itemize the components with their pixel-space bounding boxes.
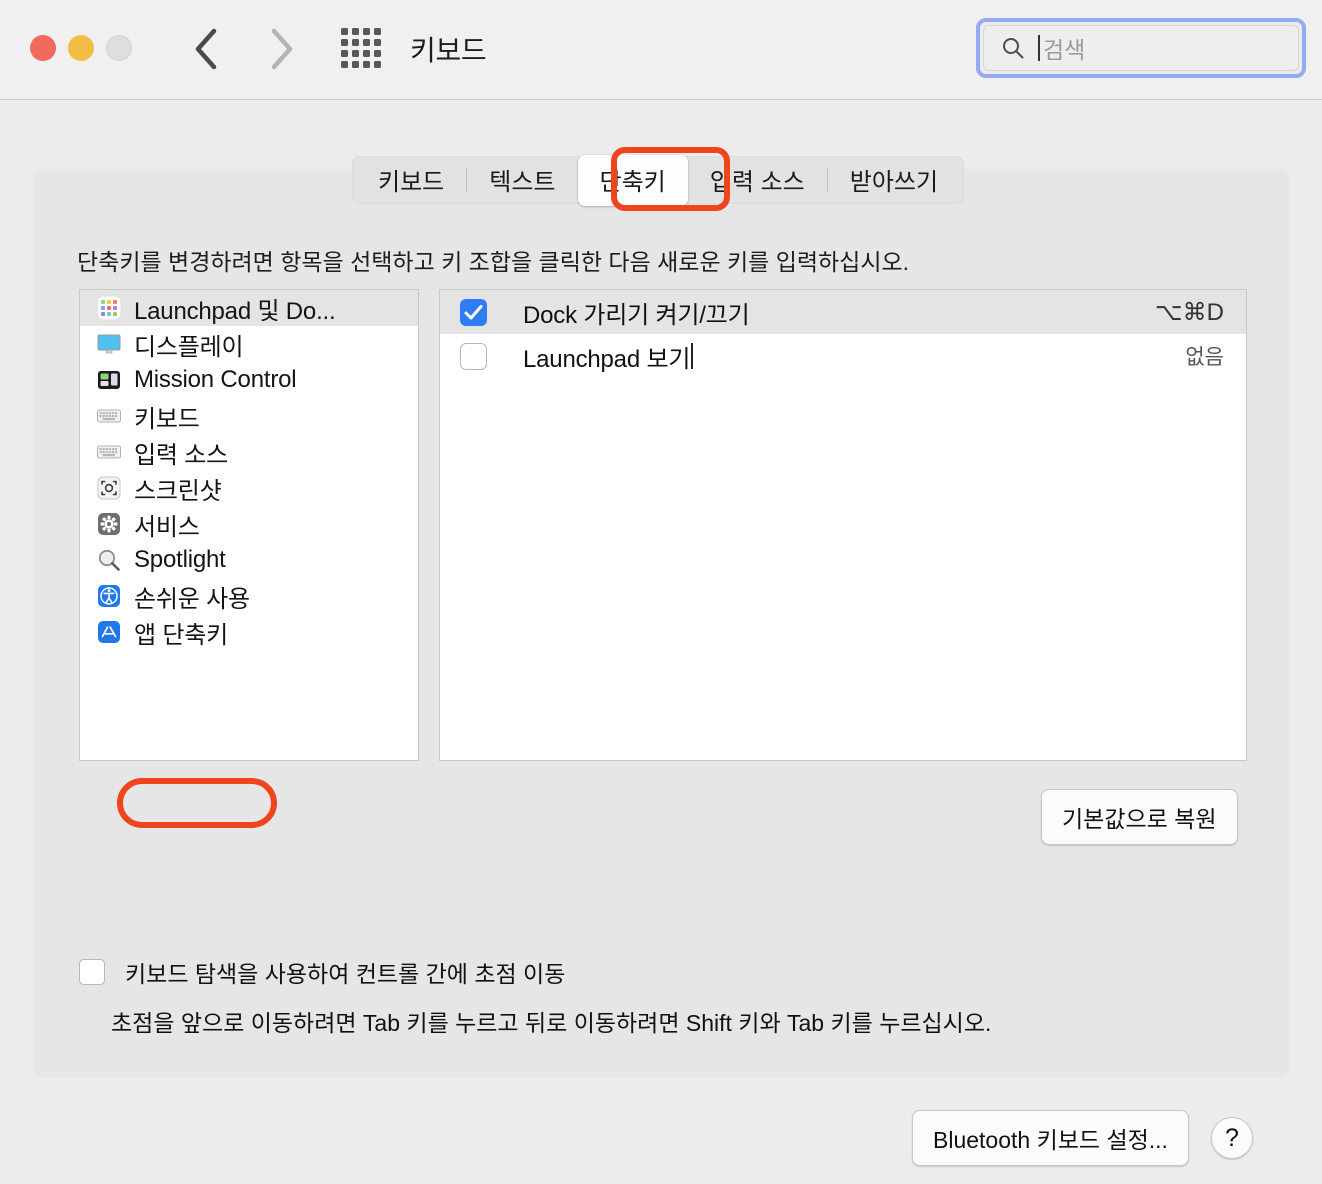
sidebar-item-label: 서비스 [134,513,200,541]
sidebar-item-label: Mission Control [134,366,297,393]
tab-input-sources[interactable]: 입력 소스 [688,155,827,206]
sidebar-item-services[interactable]: 서비스 [80,506,418,542]
zoom-button[interactable] [106,35,132,61]
sidebar-item-label: Launchpad 및 Do... [134,297,336,325]
shortcut-name: Launchpad 보기 [523,345,691,373]
navigation-arrows [185,22,303,76]
sidebar-item-input-sources[interactable]: 입력 소스 [80,434,418,470]
screenshot-icon [96,475,122,501]
shortcut-name: Dock 가리기 켜기/끄기 [523,301,750,329]
traffic-lights [30,35,132,61]
keyboard-navigation-help-text: 초점을 앞으로 이동하려면 Tab 키를 누르고 뒤로 이동하려면 Shift … [111,1010,992,1036]
restore-defaults-button[interactable]: 기본값으로 복원 [1041,789,1238,845]
launchpad-icon [96,295,122,321]
mission-control-icon [96,367,122,393]
app-store-icon [96,619,122,645]
keyboard-icon [96,439,122,465]
sidebar-item-label: 입력 소스 [134,441,228,469]
sidebar-item-spotlight[interactable]: Spotlight [80,542,418,578]
page-title: 키보드 [410,35,487,66]
sidebar-item-screenshot[interactable]: 스크린샷 [80,470,418,506]
table-row[interactable]: Dock 가리기 켜기/끄기 ⌥⌘D [440,290,1246,334]
shortcut-list: Dock 가리기 켜기/끄기 ⌥⌘D Launchpad 보기 없음 [439,289,1247,761]
preferences-panel: 키보드 텍스트 단축키 입력 소스 받아쓰기 단축키를 변경하려면 항목을 선택… [33,147,1289,1077]
sidebar-item-accessibility[interactable]: 손쉬운 사용 [80,578,418,614]
tab-text[interactable]: 텍스트 [467,155,577,206]
shortcut-name-caret [691,343,694,369]
sidebar-item-label: 키보드 [134,405,200,433]
sidebar-item-mission-control[interactable]: Mission Control [80,362,418,398]
grid-apps-icon[interactable] [341,28,387,74]
shortcut-checkbox[interactable] [460,342,487,370]
sidebar-item-label: 디스플레이 [134,333,244,361]
sidebar-item-display[interactable]: 디스플레이 [80,326,418,362]
tab-bar: 키보드 텍스트 단축키 입력 소스 받아쓰기 [352,154,965,206]
chevron-right-icon[interactable] [261,22,303,76]
table-row[interactable]: Launchpad 보기 없음 [440,334,1246,378]
tab-shortcuts[interactable]: 단축키 [577,154,688,206]
search-field-inner: 검색 [983,25,1299,71]
help-button[interactable]: ? [1210,1117,1253,1159]
display-icon [96,331,122,357]
keyboard-navigation-row[interactable]: 키보드 탐색을 사용하여 컨트롤 간에 초점 이동 [79,955,565,989]
search-placeholder: 검색 [1043,37,1086,63]
search-icon [1003,38,1024,59]
spotlight-magnifier-icon [96,547,122,573]
sidebar-item-keyboard[interactable]: 키보드 [80,398,418,434]
search-text-caret [1038,35,1040,61]
chevron-left-icon[interactable] [185,22,227,76]
shortcut-key[interactable]: 없음 [1185,341,1224,371]
search-field[interactable]: 검색 [976,18,1306,78]
window-toolbar: 키보드 검색 [0,0,1322,100]
keyboard-navigation-label: 키보드 탐색을 사용하여 컨트롤 간에 초점 이동 [125,961,566,987]
accessibility-icon [96,583,122,609]
sidebar-item-label: 스크린샷 [134,477,222,505]
tab-keyboard[interactable]: 키보드 [356,155,466,206]
minimize-button[interactable] [68,35,94,61]
shortcut-category-list[interactable]: Launchpad 및 Do... 디스플레이 Mission Control … [79,289,419,761]
sidebar-item-launchpad-dock[interactable]: Launchpad 및 Do... [80,290,418,326]
close-button[interactable] [30,35,56,61]
shortcut-key[interactable]: ⌥⌘D [1155,298,1224,327]
bluetooth-keyboard-settings-button[interactable]: Bluetooth 키보드 설정... [912,1110,1189,1166]
annotation-ring-app-shortcuts [117,778,277,828]
sidebar-item-app-shortcuts[interactable]: 앱 단축키 [80,614,418,650]
sidebar-item-label: Spotlight [134,546,226,573]
sidebar-item-label: 앱 단축키 [134,621,228,649]
instruction-text: 단축키를 변경하려면 항목을 선택하고 키 조합을 클릭한 다음 새로운 키를 … [77,249,910,275]
sidebar-item-label: 손쉬운 사용 [134,585,250,613]
gear-icon [96,511,122,537]
keyboard-navigation-checkbox[interactable] [79,959,105,985]
keyboard-icon [96,403,122,429]
window-footer: Bluetooth 키보드 설정... ? [912,1110,1253,1166]
shortcut-checkbox[interactable] [460,298,487,326]
tab-dictation[interactable]: 받아쓰기 [828,155,960,206]
